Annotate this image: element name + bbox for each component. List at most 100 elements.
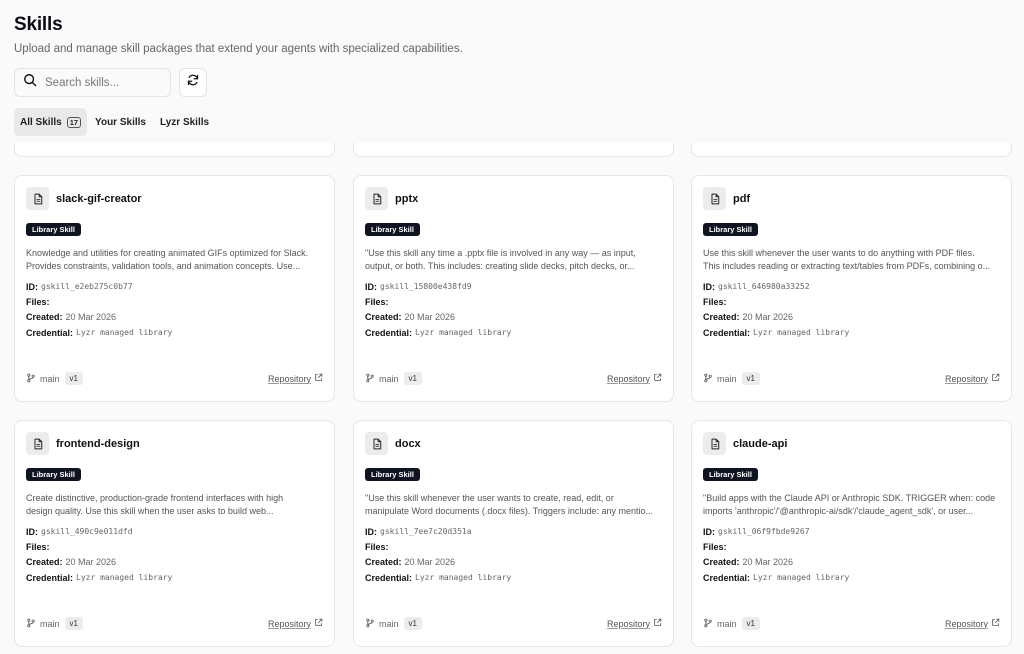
card-header: frontend-design (26, 432, 140, 455)
skill-meta: ID: gskill_490c9e011dfd Files: Created: 20… (26, 524, 172, 585)
skill-name[interactable]: pdf (733, 193, 750, 205)
skill-meta: ID: gskill_15800e438fd9 Files: Created: 20… (365, 279, 511, 340)
branch-name: main (379, 373, 399, 384)
library-skill-badge: Library Skill (365, 468, 420, 481)
skill-card[interactable]: pdf Library Skill Use this skill wheneve… (691, 175, 1012, 402)
credential-value: Lyzr managed library (76, 328, 173, 338)
version-badge: v1 (403, 372, 422, 385)
external-link-icon (988, 373, 1000, 384)
branch-name: main (40, 373, 60, 384)
git-branch-icon (26, 373, 36, 385)
card-header: pptx (365, 187, 418, 210)
credential-label: Credential: (26, 327, 74, 338)
version-badge: v1 (64, 372, 83, 385)
external-link-icon (650, 373, 662, 384)
id-label: ID: (703, 281, 715, 292)
refresh-button[interactable] (179, 68, 207, 97)
skill-description: Use this skill whenever the user wants t… (703, 247, 999, 272)
search-box[interactable] (14, 68, 171, 97)
skills-grid[interactable]: slack-gif-creator Library Skill Knowledg… (0, 143, 1024, 654)
skill-card[interactable]: slack-gif-creator Library Skill Knowledg… (14, 175, 335, 402)
skill-meta: ID: gskill_06f9fbde9267 Files: Created: 20… (703, 524, 849, 585)
branch-name: main (379, 618, 399, 629)
tab-your-skills[interactable]: Your Skills (89, 108, 152, 136)
search-input[interactable] (45, 76, 160, 89)
repository-link[interactable]: Repository (268, 373, 323, 384)
description-line: imports 'anthropic'/'@anthropic-ai/sdk'/… (703, 505, 974, 516)
id-label: ID: (365, 526, 377, 537)
version-badge: v1 (403, 617, 422, 630)
library-skill-badge: Library Skill (365, 223, 420, 236)
branch-name: main (40, 618, 60, 629)
document-icon (365, 432, 388, 455)
skill-id: gskill_15800e438fd9 (380, 282, 472, 292)
tab-lyzr-skills[interactable]: Lyzr Skills (154, 108, 215, 136)
search-icon (23, 73, 37, 92)
created-label: Created: (26, 557, 63, 568)
credential-value: Lyzr managed library (753, 573, 850, 583)
card-footer: main v1 Repository (365, 617, 662, 630)
repository-link[interactable]: Repository (607, 618, 662, 629)
skill-card[interactable]: docx Library Skill "Use this skill whene… (353, 420, 674, 647)
skill-name[interactable]: slack-gif-creator (56, 193, 142, 205)
repository-link[interactable]: Repository (607, 373, 662, 384)
skill-card-partial[interactable] (691, 143, 1012, 157)
id-label: ID: (26, 281, 38, 292)
tab-label: Lyzr Skills (159, 116, 210, 128)
skills-page: Skills Upload and manage skill packages … (0, 0, 1024, 654)
description-line: design quality. Use this skill when the … (26, 505, 274, 516)
skill-card-partial[interactable] (14, 143, 335, 157)
skill-id: gskill_646980a33252 (718, 282, 810, 292)
credential-label: Credential: (365, 572, 413, 583)
library-skill-badge: Library Skill (26, 468, 81, 481)
external-link-icon (311, 618, 323, 629)
skill-name[interactable]: pptx (395, 193, 418, 205)
git-branch-icon (703, 618, 713, 630)
skill-name[interactable]: docx (395, 438, 421, 450)
description-line: Provides constraints, validation tools, … (26, 260, 301, 271)
card-footer: main v1 Repository (26, 372, 323, 385)
library-skill-badge: Library Skill (703, 468, 758, 481)
refresh-icon (186, 73, 200, 92)
repository-link[interactable]: Repository (268, 618, 323, 629)
skill-name[interactable]: claude-api (733, 438, 787, 450)
repository-link[interactable]: Repository (945, 618, 1000, 629)
document-icon (365, 187, 388, 210)
skill-card[interactable]: frontend-design Library Skill Create dis… (14, 420, 335, 647)
git-branch-icon (26, 618, 36, 630)
skill-description: "Build apps with the Claude API or Anthr… (703, 492, 999, 517)
version-badge: v1 (741, 372, 760, 385)
description-line: manipulate Word documents (.docx files).… (365, 505, 653, 516)
card-header: pdf (703, 187, 750, 210)
external-link-icon (650, 618, 662, 629)
tab-label: All Skills (20, 116, 62, 128)
library-skill-badge: Library Skill (703, 223, 758, 236)
id-label: ID: (365, 281, 377, 292)
document-icon (26, 187, 49, 210)
skill-card[interactable]: pptx Library Skill "Use this skill any t… (353, 175, 674, 402)
git-branch-icon (365, 618, 375, 630)
skill-description: "Use this skill whenever the user wants … (365, 492, 661, 517)
external-link-icon (311, 373, 323, 384)
description-line: This includes reading or extracting text… (703, 260, 991, 271)
filter-tabs: All Skills 17 Your Skills Lyzr Skills (14, 108, 217, 136)
external-link-icon (988, 618, 1000, 629)
credential-value: Lyzr managed library (753, 328, 850, 338)
skill-card[interactable]: claude-api Library Skill "Build apps wit… (691, 420, 1012, 647)
description-line: output, or both. This includes: creating… (365, 260, 635, 271)
skill-card-partial[interactable] (353, 143, 674, 157)
id-label: ID: (26, 526, 38, 537)
repository-link[interactable]: Repository (945, 373, 1000, 384)
tab-all-skills[interactable]: All Skills 17 (14, 108, 88, 136)
card-header: claude-api (703, 432, 787, 455)
repository-label: Repository (606, 618, 650, 629)
skill-name[interactable]: frontend-design (56, 438, 140, 450)
card-header: docx (365, 432, 421, 455)
card-footer: main v1 Repository (365, 372, 662, 385)
files-label: Files: (703, 296, 727, 307)
card-footer: main v1 Repository (703, 372, 1000, 385)
repository-label: Repository (267, 373, 311, 384)
page-title: Skills (14, 14, 63, 35)
created-label: Created: (365, 312, 402, 323)
id-label: ID: (703, 526, 715, 537)
